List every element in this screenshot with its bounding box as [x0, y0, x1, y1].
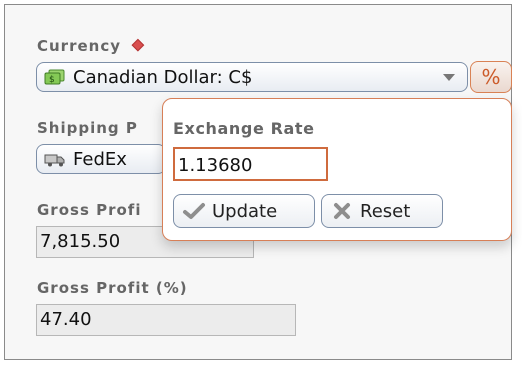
svg-text:$: $ [49, 75, 55, 85]
reset-button-label: Reset [360, 200, 411, 222]
chevron-down-icon[interactable] [443, 74, 455, 81]
exchange-rate-popover: Exchange Rate 1.13680 Update Reset [162, 98, 512, 241]
shipping-select[interactable]: FedEx [36, 144, 166, 174]
exchange-rate-input[interactable]: 1.13680 [173, 147, 328, 181]
percent-button[interactable]: % [470, 61, 512, 93]
x-icon [330, 202, 354, 220]
update-button[interactable]: Update [173, 194, 315, 228]
shipping-selected-value: FedEx [73, 148, 127, 170]
exchange-rate-label: Exchange Rate [173, 119, 315, 138]
shipping-label: Shipping P [37, 119, 138, 137]
currency-select[interactable]: $ Canadian Dollar: C$ [36, 62, 468, 92]
reset-button[interactable]: Reset [321, 194, 443, 228]
gross-profit-percent-field[interactable]: 47.40 [36, 304, 296, 336]
gross-profit-percent-label: Gross Profit (%) [37, 279, 188, 297]
check-icon [182, 202, 206, 220]
gross-profit-label: Gross Profi [37, 201, 142, 219]
update-button-label: Update [212, 200, 278, 222]
currency-label: Currency [37, 37, 145, 55]
currency-selected-value: Canadian Dollar: C$ [73, 66, 253, 88]
currency-label-text: Currency [37, 37, 122, 55]
currency-icon: $ [44, 68, 66, 86]
truck-icon [44, 150, 66, 168]
